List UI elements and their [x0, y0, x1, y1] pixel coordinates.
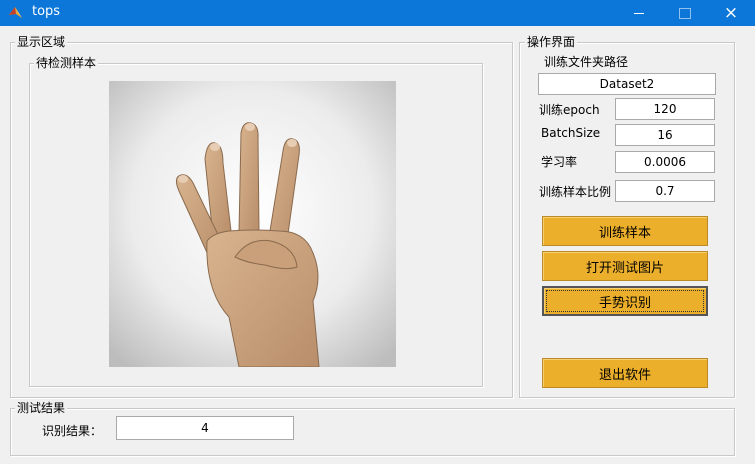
folder-path-input[interactable]: Dataset2	[538, 73, 716, 95]
batch-size-label: BatchSize	[541, 126, 601, 140]
maximize-icon	[679, 7, 691, 19]
matlab-app-icon	[9, 7, 22, 18]
gesture-recognize-button[interactable]: 手势识别	[542, 286, 708, 316]
hand-four-fingers-image	[109, 81, 396, 367]
test-result-title: 测试结果	[15, 401, 68, 415]
open-test-image-button-label: 打开测试图片	[585, 260, 664, 276]
operations-panel-title: 操作界面	[525, 35, 578, 49]
train-ratio-label: 训练样本比例	[539, 185, 612, 199]
close-icon: ×	[723, 3, 739, 23]
train-samples-button[interactable]: 训练样本	[542, 216, 708, 246]
sample-group-title: 待检测样本	[34, 56, 99, 70]
minimize-button[interactable]	[616, 0, 662, 26]
exit-software-button-label: 退出软件	[598, 367, 651, 383]
focus-ring	[546, 290, 704, 312]
batch-size-input[interactable]: 16	[615, 124, 715, 146]
minimize-icon	[634, 12, 644, 14]
window-title: tops	[32, 4, 61, 19]
exit-software-button[interactable]: 退出软件	[542, 358, 708, 388]
learning-rate-label: 学习率	[541, 155, 578, 169]
train-samples-button-label: 训练样本	[598, 225, 651, 241]
title-bar[interactable]: tops ×	[0, 0, 755, 26]
sample-image	[109, 81, 396, 367]
maximize-button[interactable]	[662, 0, 708, 26]
folder-path-label: 训练文件夹路径	[544, 55, 629, 69]
open-test-image-button[interactable]: 打开测试图片	[542, 251, 708, 281]
learning-rate-input[interactable]: 0.0006	[615, 151, 715, 173]
epoch-label: 训练epoch	[539, 103, 600, 117]
train-ratio-input[interactable]: 0.7	[615, 180, 715, 202]
close-button[interactable]: ×	[708, 0, 754, 26]
recognition-result-field[interactable]: 4	[116, 416, 294, 440]
epoch-input[interactable]: 120	[615, 98, 715, 120]
display-area-title: 显示区域	[15, 35, 68, 49]
recognition-result-label: 识别结果：	[42, 424, 103, 438]
